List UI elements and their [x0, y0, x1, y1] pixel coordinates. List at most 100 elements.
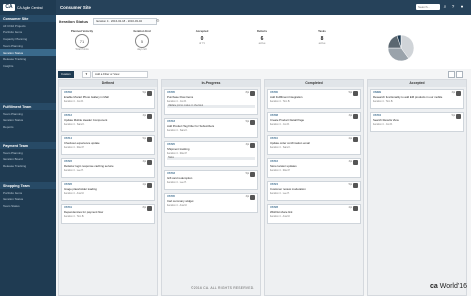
card-points: 3pt — [142, 160, 146, 164]
gear-icon[interactable]: ⚙ — [156, 18, 160, 23]
card-id[interactable]: US716 — [270, 160, 358, 163]
story-card[interactable]: US728 Wishlist share link Iteration 4 · An… — [267, 204, 361, 224]
story-card[interactable]: US724 Customer review moderation Iteration… — [267, 181, 361, 201]
card-id[interactable]: US718 — [167, 120, 255, 123]
card-id[interactable]: US720 — [167, 143, 255, 146]
sidebar-item[interactable]: Portfolio Items — [0, 189, 56, 196]
story-card[interactable]: US710 Update order confirmation email Iter… — [267, 135, 361, 155]
sidebar-item[interactable]: Iteration Status — [0, 117, 56, 124]
sidebar-section-title[interactable]: Payment Team — [0, 142, 56, 150]
card-id[interactable]: US735 — [167, 195, 255, 198]
card-title: Image placeholder loading — [64, 187, 97, 192]
sidebar-item[interactable]: Capacity Planning — [0, 36, 56, 43]
stat-label: Tasks — [318, 29, 326, 33]
stat-gauge: 5 — [135, 34, 149, 48]
card-id[interactable]: US702 — [64, 91, 152, 94]
sidebar-item[interactable]: Team Planning — [0, 110, 56, 117]
card-meta: Iteration 4 · Ana M. — [167, 204, 188, 208]
sidebar-section-title[interactable]: Consumer Site — [0, 15, 56, 23]
card-id[interactable]: US708 — [270, 114, 358, 117]
story-card[interactable]: US718 Add Product Tag Filter for Subscrib… — [164, 118, 258, 138]
card-meta: Iteration 4 · Tom B. — [64, 215, 85, 219]
stat-tile[interactable]: Planned Velocity 71 Total Points — [62, 29, 102, 51]
event-name: World'16 — [439, 283, 467, 290]
search-icon[interactable]: ⌕ — [442, 4, 448, 10]
sidebar-item[interactable]: Iteration Status — [0, 196, 56, 203]
owner-avatar — [353, 206, 358, 212]
iteration-select[interactable]: Iteration 4 · 2016-02-18 - 2016-03-02 — [93, 18, 157, 25]
help-icon[interactable]: ? — [450, 4, 456, 10]
card-points: 2pt — [142, 183, 146, 187]
story-card[interactable]: US705 Purchase Flow Items Iteration 4 · Jo… — [164, 89, 258, 115]
story-card[interactable]: US699 Research functionality to add EM pr… — [370, 89, 464, 109]
card-title: Checkout experience update — [64, 141, 100, 146]
owner-avatar — [353, 137, 358, 143]
sidebar-item[interactable]: Team Planning — [0, 43, 56, 50]
user-icon[interactable]: ● — [459, 4, 465, 10]
card-points: 5pt — [348, 91, 352, 95]
story-card[interactable]: US716 Store locator updates Iteration 4 · … — [267, 158, 361, 178]
story-card[interactable]: US733 Gift card redemption Iteration 4 · L… — [164, 170, 258, 190]
stat-sub: Total Points — [75, 48, 89, 51]
story-card[interactable]: US714 Checkout experience update Iteration… — [61, 135, 155, 155]
stat-tile[interactable]: Iteration End 5 days left — [122, 29, 162, 51]
card-meta: Iteration 4 · Jon R. — [64, 100, 84, 104]
card-id[interactable]: US714 — [64, 137, 152, 140]
story-card[interactable]: US712 Update Mobile Header Component Itera… — [61, 112, 155, 132]
sidebar-item[interactable]: Iteration Status — [0, 49, 56, 57]
card-task-bar[interactable]: Tasks — [167, 156, 255, 160]
filter-icon[interactable]: ▼ — [82, 71, 91, 78]
board-view-button[interactable]: Custom — [58, 71, 74, 78]
story-card[interactable]: US735 Cart summary widget Iteration 4 · An… — [164, 193, 258, 213]
sidebar-item[interactable]: Iteration Board — [0, 156, 56, 163]
card-points: 5pt — [142, 137, 146, 141]
list-view-toggle[interactable] — [456, 71, 463, 78]
sidebar-item[interactable]: Release Tracking — [0, 163, 56, 170]
card-id[interactable]: US704 — [373, 114, 461, 117]
sidebar-item[interactable]: All Child Projects — [0, 22, 56, 29]
card-id[interactable]: US699 — [373, 91, 461, 94]
story-card[interactable]: US722 Refactor login response caching ser… — [61, 158, 155, 178]
card-title: Search Results View — [373, 118, 399, 123]
card-id[interactable]: US710 — [270, 137, 358, 140]
sidebar-item[interactable]: Team Status — [0, 203, 56, 210]
story-card[interactable]: US720 Shipment tracking Iteration 4 · Ravi… — [164, 141, 258, 167]
card-id[interactable]: US733 — [167, 172, 255, 175]
sidebar-section-title[interactable]: Fulfillment Team — [0, 103, 56, 111]
board-view-toggle[interactable] — [448, 71, 455, 78]
stat-tile[interactable]: Defects 6 active — [242, 29, 282, 45]
stat-tile[interactable]: Accepted 0 of 71 — [182, 29, 222, 45]
copyright-text: ©2016 CA. ALL RIGHTS RESERVED. — [191, 286, 255, 290]
state-pie-chart — [387, 34, 415, 62]
kanban-board: Defined US702 Enable Mozart Photo Gallery … — [58, 79, 470, 296]
card-meta: Iteration 4 · Sara K. — [64, 123, 85, 127]
app-logo[interactable]: CA CA Agile Central — [3, 4, 43, 11]
story-card[interactable]: US702 Enable Mozart Photo Gallery in Mall… — [61, 89, 155, 109]
card-id[interactable]: US728 — [270, 206, 358, 209]
owner-avatar — [147, 160, 152, 166]
card-id[interactable]: US705 — [167, 91, 255, 94]
card-id[interactable]: US724 — [270, 183, 358, 186]
story-card[interactable]: US708 Create Product Detail Page Iteration… — [267, 112, 361, 132]
card-id[interactable]: US731 — [64, 206, 152, 209]
stat-tile[interactable]: Tasks 8 active — [302, 29, 342, 45]
card-id[interactable]: US726 — [64, 183, 152, 186]
story-card[interactable]: US731 Dependencies for payment flow Iterat… — [61, 204, 155, 224]
sidebar-section-title[interactable]: Shopping Team — [0, 182, 56, 190]
sidebar-item[interactable]: Reports — [0, 124, 56, 131]
search-input[interactable]: Search... — [416, 4, 440, 10]
card-points: 5pt — [451, 114, 455, 118]
story-card[interactable]: US704 Search Results View Iteration 4 · Jo… — [370, 112, 464, 132]
sidebar-item[interactable]: Portfolio Items — [0, 29, 56, 36]
card-id[interactable]: US722 — [64, 160, 152, 163]
card-id[interactable]: US700 — [270, 91, 358, 94]
story-card[interactable]: US726 Image placeholder loading Iteration … — [61, 181, 155, 201]
sidebar-item[interactable]: Insights — [0, 63, 56, 70]
story-card[interactable]: US700 Add Fulfillment Integration Iteratio… — [267, 89, 361, 109]
add-filter-input[interactable]: Add a Filter or View — [92, 71, 148, 78]
sidebar-section: Fulfillment Team Team Planning Iteration S… — [0, 103, 56, 131]
card-task-bar[interactable]: Validate promo codes on checkout — [167, 104, 255, 108]
card-id[interactable]: US712 — [64, 114, 152, 117]
sidebar-item[interactable]: Release Tracking — [0, 56, 56, 63]
sidebar-item[interactable]: Team Planning — [0, 149, 56, 156]
